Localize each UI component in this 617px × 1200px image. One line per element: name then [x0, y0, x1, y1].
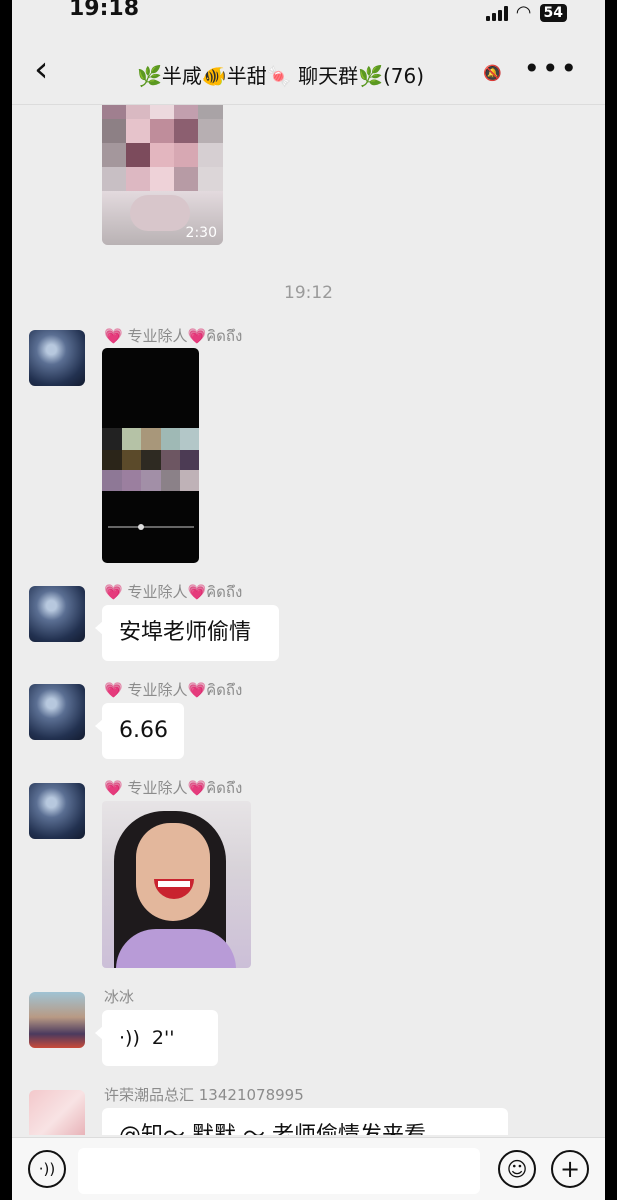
sender-name: 💗 专业除人💗คิดถึง	[104, 583, 243, 601]
plus-icon[interactable]: +	[551, 1150, 589, 1188]
avatar[interactable]	[29, 1090, 85, 1135]
voice-wave-icon: ·))	[119, 1027, 140, 1049]
voice-duration: 2''	[151, 1027, 175, 1049]
image-message[interactable]	[102, 801, 251, 968]
text-message-bubble[interactable]: @知～ 默默 ～ 老师偷情发来看	[102, 1108, 508, 1135]
message-list[interactable]: 2:30 19:12 💗 专业除人💗คิดถึง 💗 专业除人💗คิดถึง 安…	[12, 105, 605, 1135]
battery-icon: 54	[539, 3, 567, 22]
wifi-icon: ◠	[515, 2, 532, 23]
wechat-chat-screen: 19:18 ◠ 54 ‹ 🌿半咸🐠半甜🍬 聊天群🌿(76) 🔕 ••• 2:30…	[12, 0, 605, 1200]
muted-bell-icon: 🔕	[483, 64, 502, 82]
avatar[interactable]	[29, 586, 85, 642]
more-dots-icon[interactable]: •••	[523, 52, 579, 85]
text-message-bubble[interactable]: 6.66	[95, 703, 184, 759]
signal-icon	[485, 5, 508, 21]
avatar[interactable]	[29, 330, 85, 386]
voice-message-bubble[interactable]: ·)) 2''	[95, 1010, 218, 1066]
emoji-icon[interactable]: ☺	[498, 1150, 536, 1188]
input-toolbar: ·)) ☺ +	[12, 1137, 605, 1200]
avatar[interactable]	[29, 783, 85, 839]
back-chevron-icon[interactable]: ‹	[34, 52, 48, 88]
sender-name: 💗 专业除人💗คิดถึง	[104, 681, 243, 699]
chat-header: ‹ 🌿半咸🐠半甜🍬 聊天群🌿(76) 🔕 •••	[12, 40, 605, 105]
sender-name: 许荣潮品总汇 13421078995	[104, 1086, 304, 1104]
video-message-thumbnail[interactable]	[102, 348, 199, 563]
video-message-thumbnail[interactable]: 2:30	[102, 105, 223, 245]
video-duration: 2:30	[185, 225, 217, 241]
avatar[interactable]	[29, 992, 85, 1048]
message-input[interactable]	[78, 1148, 480, 1194]
avatar[interactable]	[29, 684, 85, 740]
message-timestamp: 19:12	[284, 283, 333, 303]
status-bar: 19:18 ◠ 54	[12, 0, 605, 32]
sender-name: 💗 专业除人💗คิดถึง	[104, 779, 243, 797]
voice-input-icon[interactable]: ·))	[28, 1150, 66, 1188]
chat-title: 🌿半咸🐠半甜🍬 聊天群🌿(76)	[137, 64, 425, 88]
status-time: 19:18	[69, 0, 140, 21]
sender-name: 冰冰	[104, 988, 135, 1006]
text-message-bubble[interactable]: 安埠老师偷情	[95, 605, 279, 661]
sender-name: 💗 专业除人💗คิดถึง	[104, 327, 243, 345]
